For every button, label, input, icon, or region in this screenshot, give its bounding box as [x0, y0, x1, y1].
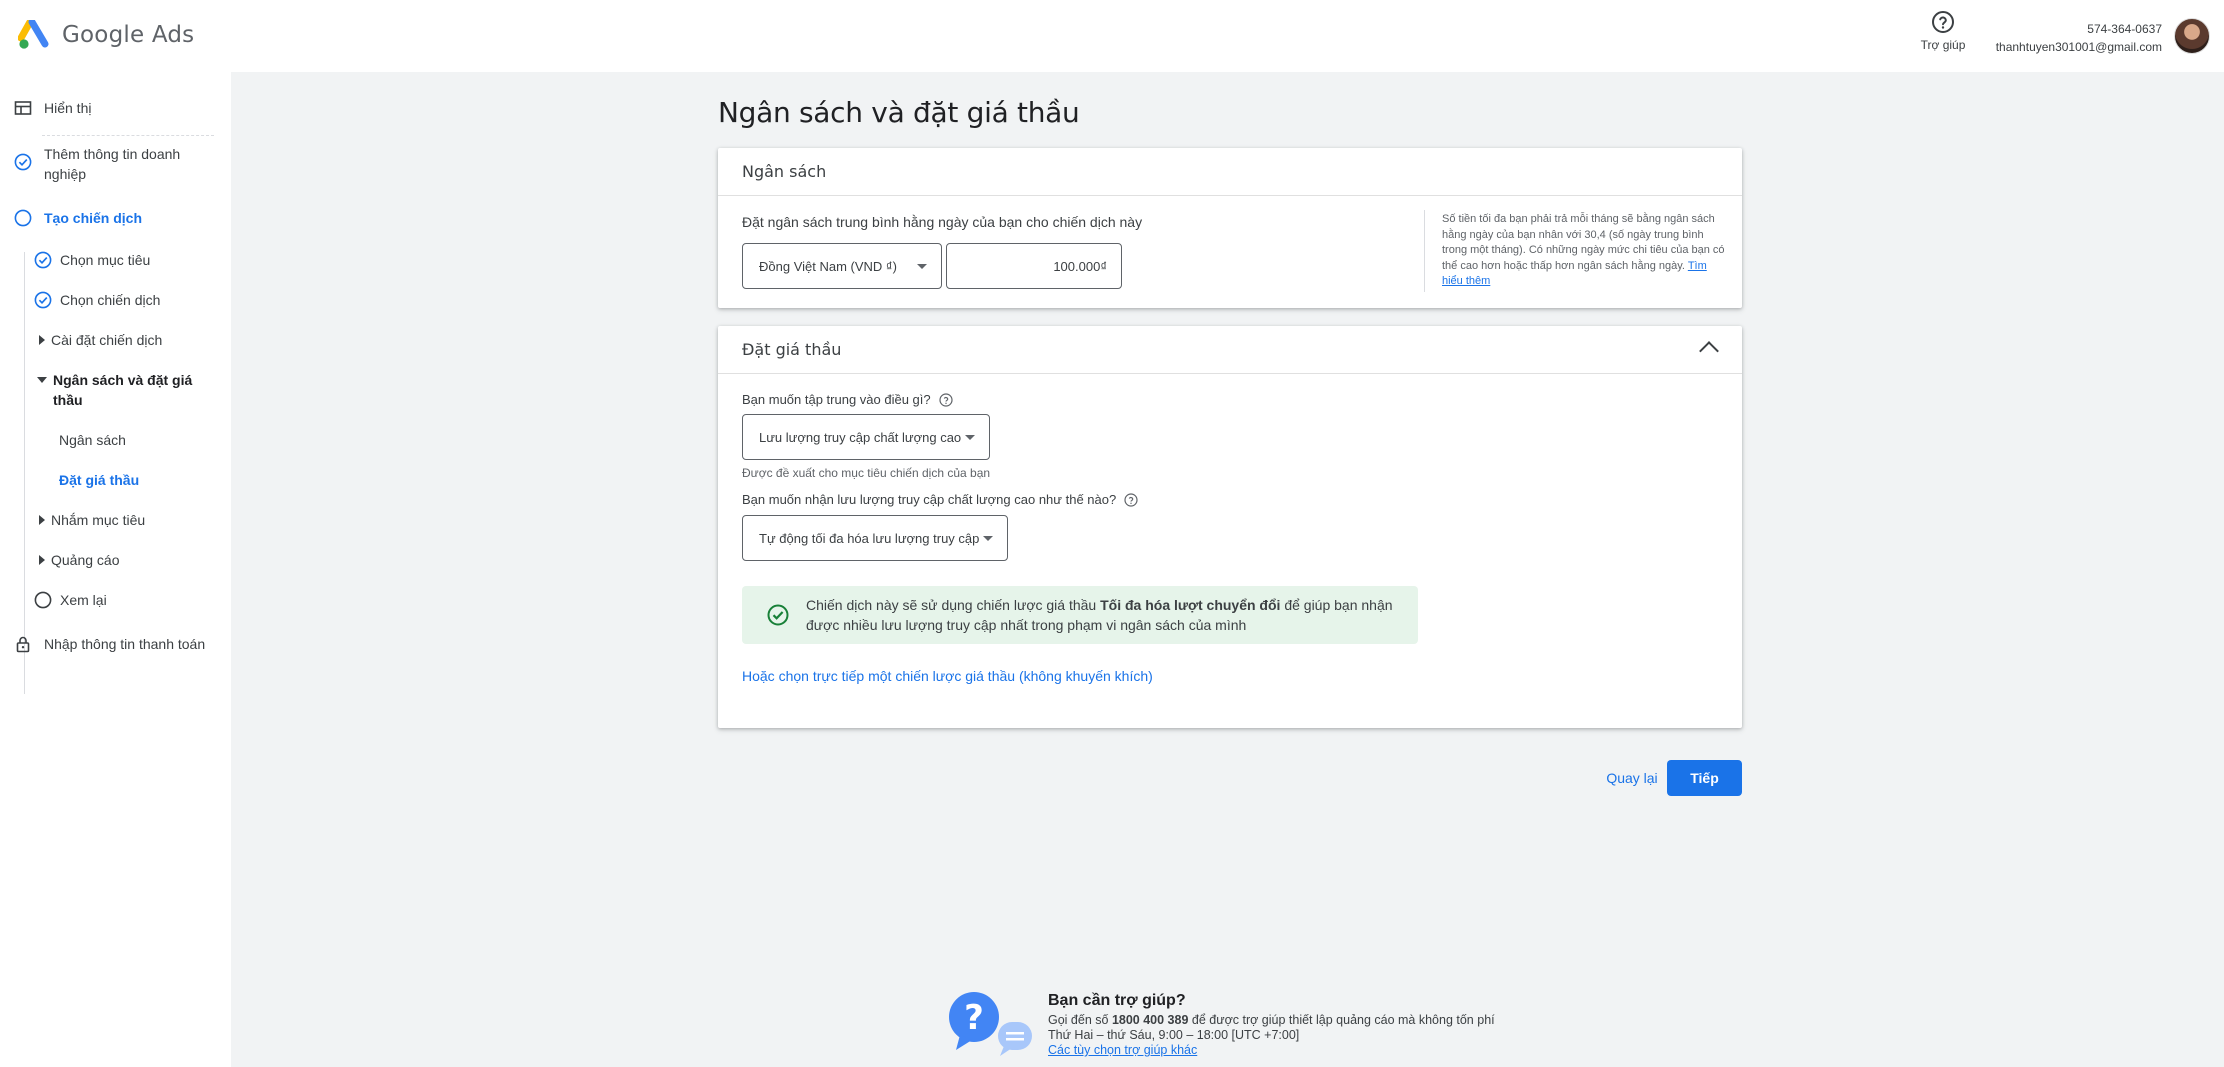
- info-strategy-name: Tối đa hóa lượt chuyển đổi: [1100, 597, 1281, 613]
- help-outline-icon[interactable]: [1124, 492, 1138, 507]
- sidebar-item-label: Chọn mục tiêu: [60, 252, 151, 268]
- currency-select[interactable]: Đồng Việt Nam (VND ₫): [742, 243, 942, 289]
- sidebar-item-label: Tạo chiến dịch: [44, 210, 143, 226]
- how-question-text: Bạn muốn nhận lưu lượng truy cập chất lư…: [742, 492, 1117, 507]
- daily-budget-input[interactable]: 100.000₫: [946, 243, 1122, 289]
- support-call-desc: để được trợ giúp thiết lập quảng cáo mà …: [1188, 1013, 1495, 1027]
- chevron-right-icon: [39, 335, 45, 345]
- circle-outline-icon: [34, 591, 52, 609]
- manual-bid-strategy-link[interactable]: Hoặc chọn trực tiếp một chiến lược giá t…: [742, 668, 1153, 684]
- account-phone: 574-364-0637: [2087, 22, 2162, 36]
- budget-note-divider: [1424, 210, 1425, 292]
- sidebar-item-campaign-settings[interactable]: Cài đặt chiến dịch: [34, 330, 162, 350]
- check-circle-icon: [14, 153, 32, 171]
- lock-icon: [16, 636, 30, 653]
- collapse-chevron-up-icon[interactable]: [1699, 341, 1719, 361]
- sidebar-item-label: Quảng cáo: [51, 552, 120, 568]
- bidding-card-header[interactable]: Đặt giá thầu: [718, 326, 1742, 374]
- sidebar-item-ads[interactable]: Quảng cáo: [34, 550, 120, 570]
- account-email: thanhtuyen301001@gmail.com: [1995, 40, 2162, 54]
- support-hours: Thứ Hai – thứ Sáu, 9:00 – 18:00 [UTC +7:…: [1048, 1028, 1300, 1042]
- bidding-card-heading: Đặt giá thầu: [742, 340, 842, 359]
- help-button[interactable]: Trợ giúp: [1918, 10, 1968, 52]
- sidebar-item-overview[interactable]: Hiển thị: [14, 98, 91, 118]
- support-section: Bạn cần trợ giúp? Gọi đến số 1800 400 38…: [1048, 993, 1495, 1058]
- next-button[interactable]: Tiếp: [1667, 760, 1742, 796]
- sidebar-item-budget-bidding[interactable]: Ngân sách và đặt giá thầu: [34, 370, 214, 410]
- budget-note: Số tiền tối đa bạn phải trả mỗi tháng sẽ…: [1442, 212, 1726, 290]
- check-circle-icon: [34, 251, 52, 269]
- sidebar-item-label: Chọn chiến dịch: [60, 292, 161, 308]
- app-name: Google Ads: [62, 22, 195, 48]
- other-help-options-link[interactable]: Các tùy chọn trợ giúp khác: [1048, 1043, 1197, 1057]
- sidebar-item-label: Ngân sách và đặt giá thầu: [53, 372, 193, 408]
- focus-question-text: Bạn muốn tập trung vào điều gì?: [742, 392, 931, 407]
- page-title: Ngân sách và đặt giá thầu: [718, 96, 1080, 129]
- budget-card: Ngân sách Đặt ngân sách trung bình hằng …: [718, 148, 1742, 308]
- dropdown-arrow-icon: [917, 264, 927, 269]
- check-circle-icon: [767, 604, 789, 626]
- chevron-right-icon: [39, 555, 45, 565]
- sidebar-item-label: Thêm thông tin doanh nghiệp: [44, 146, 181, 182]
- help-label: Trợ giúp: [1920, 38, 1966, 52]
- avatar[interactable]: [2174, 18, 2210, 54]
- sidebar-item-label: Cài đặt chiến dịch: [51, 332, 163, 348]
- view-quilt-icon: [14, 101, 32, 115]
- strategy-value: Tự động tối đa hóa lưu lượng truy cập: [759, 530, 980, 546]
- sidebar-divider: [42, 135, 214, 136]
- support-title: Bạn cần trợ giúp?: [1048, 992, 1186, 1009]
- budget-card-heading: Ngân sách: [718, 148, 1742, 196]
- support-call-text: Gọi đến số: [1048, 1013, 1112, 1027]
- sidebar-item-label: Nhắm mục tiêu: [51, 512, 146, 528]
- sidebar-item-label: Xem lại: [60, 592, 107, 608]
- sidebar-item-label: Hiển thị: [44, 100, 92, 116]
- dropdown-arrow-icon: [965, 435, 975, 440]
- support-phone: 1800 400 389: [1111, 1013, 1189, 1027]
- dropdown-arrow-icon: [983, 536, 993, 541]
- account-info[interactable]: 574-364-0637 thanhtuyen301001@gmail.com: [1996, 20, 2162, 56]
- focus-select[interactable]: Lưu lượng truy cập chất lượng cao: [742, 414, 990, 460]
- back-button[interactable]: Quay lại: [1604, 760, 1660, 796]
- sidebar-item-choose-campaign[interactable]: Chọn chiến dịch: [34, 290, 160, 310]
- svg-text:?: ?: [964, 998, 984, 1038]
- focus-value: Lưu lượng truy cập chất lượng cao: [759, 429, 962, 445]
- google-ads-logo[interactable]: Google Ads: [18, 20, 194, 50]
- sidebar-item-business-info[interactable]: Thêm thông tin doanh nghiệp: [14, 144, 214, 184]
- sidebar-item-label: Nhập thông tin thanh toán: [44, 636, 206, 652]
- sidebar-item-choose-goal[interactable]: Chọn mục tiêu: [34, 250, 150, 270]
- google-ads-logo-icon: [18, 20, 49, 49]
- bid-strategy-info: Chiến dịch này sẽ sử dụng chiến lược giá…: [742, 586, 1418, 644]
- focus-question: Bạn muốn tập trung vào điều gì?: [742, 392, 953, 407]
- sidebar-item-label: Ngân sách: [59, 432, 126, 448]
- help-outline-icon[interactable]: [939, 392, 953, 407]
- info-text-start: Chiến dịch này sẽ sử dụng chiến lược giá…: [806, 597, 1101, 613]
- top-app-bar: Google Ads Trợ giúp 574-364-0637 thanhtu…: [0, 0, 2224, 72]
- support-chat-icon: ?: [949, 992, 1032, 1056]
- sidebar-step-line: [24, 252, 25, 694]
- check-circle-icon: [34, 291, 52, 309]
- how-question: Bạn muốn nhận lưu lượng truy cập chất lư…: [742, 492, 1138, 507]
- chevron-down-icon: [37, 377, 47, 383]
- sidebar-item-bidding[interactable]: Đặt giá thầu: [59, 470, 139, 490]
- help-circle-icon: [1932, 11, 1954, 33]
- budget-note-text: Số tiền tối đa bạn phải trả mỗi tháng sẽ…: [1442, 213, 1725, 272]
- sidebar: Hiển thị Thêm thông tin doanh nghiệp Tạo…: [0, 72, 231, 1067]
- bid-strategy-info-text: Chiến dịch này sẽ sử dụng chiến lược giá…: [806, 595, 1418, 635]
- strategy-select[interactable]: Tự động tối đa hóa lưu lượng truy cập: [742, 515, 1008, 561]
- sidebar-item-budget[interactable]: Ngân sách: [59, 430, 126, 450]
- bidding-card: Đặt giá thầu Bạn muốn tập trung vào điều…: [718, 326, 1742, 728]
- budget-label: Đặt ngân sách trung bình hằng ngày của b…: [742, 214, 1143, 230]
- circle-outline-icon: [14, 209, 32, 227]
- currency-value: Đồng Việt Nam (VND ₫): [759, 258, 897, 274]
- sidebar-item-create-campaign[interactable]: Tạo chiến dịch: [14, 208, 142, 228]
- sidebar-item-review[interactable]: Xem lại: [34, 590, 107, 610]
- sidebar-item-billing[interactable]: Nhập thông tin thanh toán: [14, 634, 205, 654]
- sidebar-item-label: Đặt giá thầu: [59, 472, 140, 488]
- sidebar-item-targeting[interactable]: Nhắm mục tiêu: [34, 510, 145, 530]
- focus-hint: Được đề xuất cho mục tiêu chiến dịch của…: [742, 466, 991, 480]
- support-phone-line: Gọi đến số 1800 400 389 để được trợ giúp…: [1048, 1013, 1495, 1028]
- chevron-right-icon: [39, 515, 45, 525]
